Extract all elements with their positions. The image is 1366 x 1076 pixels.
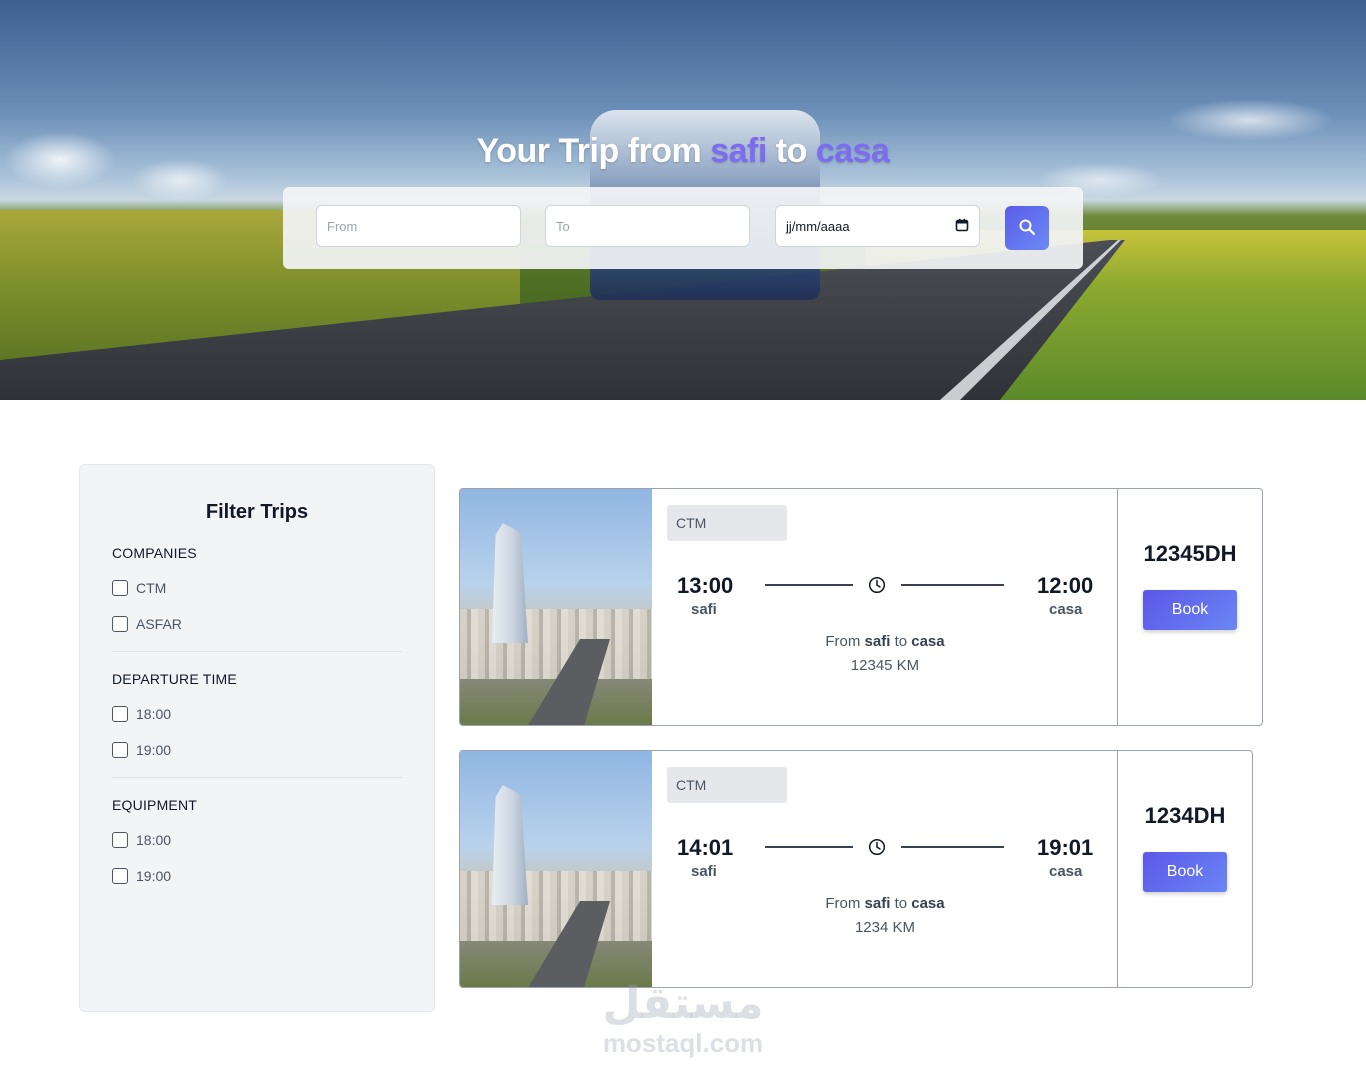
checkbox[interactable] <box>112 832 128 848</box>
arrival-city: casa <box>1049 601 1083 618</box>
trip-card: CTM 13:00 safi 12:00 casa From safi to c… <box>459 488 1263 726</box>
date-placeholder: jj/mm/aaaa <box>786 218 850 234</box>
departure-time: 13:00 <box>677 573 734 598</box>
trip-price-panel: 12345DH Book <box>1118 489 1262 725</box>
trip-price: 1234DH <box>1144 803 1226 828</box>
book-button[interactable]: Book <box>1143 590 1237 630</box>
checkbox[interactable] <box>112 616 128 632</box>
search-panel: jj/mm/aaaa <box>283 187 1083 269</box>
route-line <box>765 584 853 586</box>
departure-city: safi <box>691 863 717 880</box>
trip-image <box>460 751 652 987</box>
clock-icon <box>868 838 886 861</box>
route-summary: From safi to casa <box>652 633 1118 650</box>
company-badge: CTM <box>667 767 787 803</box>
arrival-time: 19:01 <box>1037 835 1094 860</box>
checkbox[interactable] <box>112 706 128 722</box>
arrival-city: casa <box>1049 863 1083 880</box>
route-to-city: casa <box>911 633 945 650</box>
route-line <box>901 846 1004 848</box>
to-input[interactable] <box>545 205 750 247</box>
filter-option-departure-1800[interactable]: 18:00 <box>112 706 171 722</box>
route-line <box>901 584 1004 586</box>
page-title: Your Trip from safi to casa <box>0 132 1366 171</box>
route-from-city: safi <box>864 895 891 912</box>
trip-card: CTM 14:01 safi 19:01 casa From safi to c… <box>459 750 1253 988</box>
trip-details: CTM 13:00 safi 12:00 casa From safi to c… <box>652 489 1118 725</box>
route-from-label: From <box>825 633 861 650</box>
route-summary: From safi to casa <box>652 895 1118 912</box>
trip-distance: 12345 KM <box>850 657 920 674</box>
company-badge: CTM <box>667 505 787 541</box>
title-from-city: safi <box>710 132 767 170</box>
trip-distance: 1234 KM <box>854 919 916 936</box>
arrival-time: 12:00 <box>1037 573 1094 598</box>
route-to-label: to <box>894 895 908 912</box>
filter-group-title-departure: DEPARTURE TIME <box>112 671 237 687</box>
route-from-label: From <box>825 895 861 912</box>
checkbox[interactable] <box>112 868 128 884</box>
search-button[interactable] <box>1005 206 1049 250</box>
trip-image-city <box>460 609 652 679</box>
filter-group-title-companies: COMPANIES <box>112 545 197 561</box>
title-prefix: Your Trip from <box>476 132 702 170</box>
route-to-city: casa <box>911 895 945 912</box>
filter-option-equipment-1900[interactable]: 19:00 <box>112 868 171 884</box>
hero-banner: Your Trip from safi to casa jj/mm/aaaa <box>0 0 1366 400</box>
title-mid: to <box>775 132 808 170</box>
filter-option-label: 18:00 <box>136 706 172 722</box>
filter-option-equipment-1800[interactable]: 18:00 <box>112 832 171 848</box>
date-input[interactable]: jj/mm/aaaa <box>775 205 980 247</box>
filter-option-departure-1900[interactable]: 19:00 <box>112 742 171 758</box>
departure-time: 14:01 <box>677 835 734 860</box>
clock-icon <box>868 576 886 599</box>
trip-image-tower <box>492 523 528 643</box>
trip-image-tower <box>492 785 528 905</box>
trip-image <box>460 489 652 725</box>
filter-divider <box>112 777 402 778</box>
title-to-city: casa <box>815 132 890 170</box>
filter-sidebar: Filter Trips COMPANIES CTM ASFAR DEPARTU… <box>79 464 435 1012</box>
route-line <box>765 846 853 848</box>
trip-details: CTM 14:01 safi 19:01 casa From safi to c… <box>652 751 1118 987</box>
filter-option-label: 18:00 <box>136 832 172 848</box>
route-to-label: to <box>894 633 908 650</box>
filter-option-asfar[interactable]: ASFAR <box>112 616 182 632</box>
from-input[interactable] <box>316 205 521 247</box>
filter-option-label: ASFAR <box>136 616 182 632</box>
trip-price: 12345DH <box>1143 541 1237 566</box>
filter-option-label: 19:00 <box>136 868 172 884</box>
checkbox[interactable] <box>112 742 128 758</box>
filter-title: Filter Trips <box>205 501 309 523</box>
calendar-icon[interactable] <box>955 218 969 235</box>
trip-image-city <box>460 871 652 941</box>
filter-group-title-equipment: EQUIPMENT <box>112 797 198 813</box>
watermark-latin: mostaql.com <box>602 1028 764 1058</box>
trip-price-panel: 1234DH Book <box>1118 751 1252 987</box>
filter-option-ctm[interactable]: CTM <box>112 580 166 596</box>
checkbox[interactable] <box>112 580 128 596</box>
departure-city: safi <box>691 601 717 618</box>
filter-divider <box>112 651 402 652</box>
book-button[interactable]: Book <box>1143 852 1227 892</box>
filter-option-label: CTM <box>136 580 167 596</box>
filter-option-label: 19:00 <box>136 742 172 758</box>
search-icon <box>1018 218 1036 239</box>
route-from-city: safi <box>864 633 891 650</box>
